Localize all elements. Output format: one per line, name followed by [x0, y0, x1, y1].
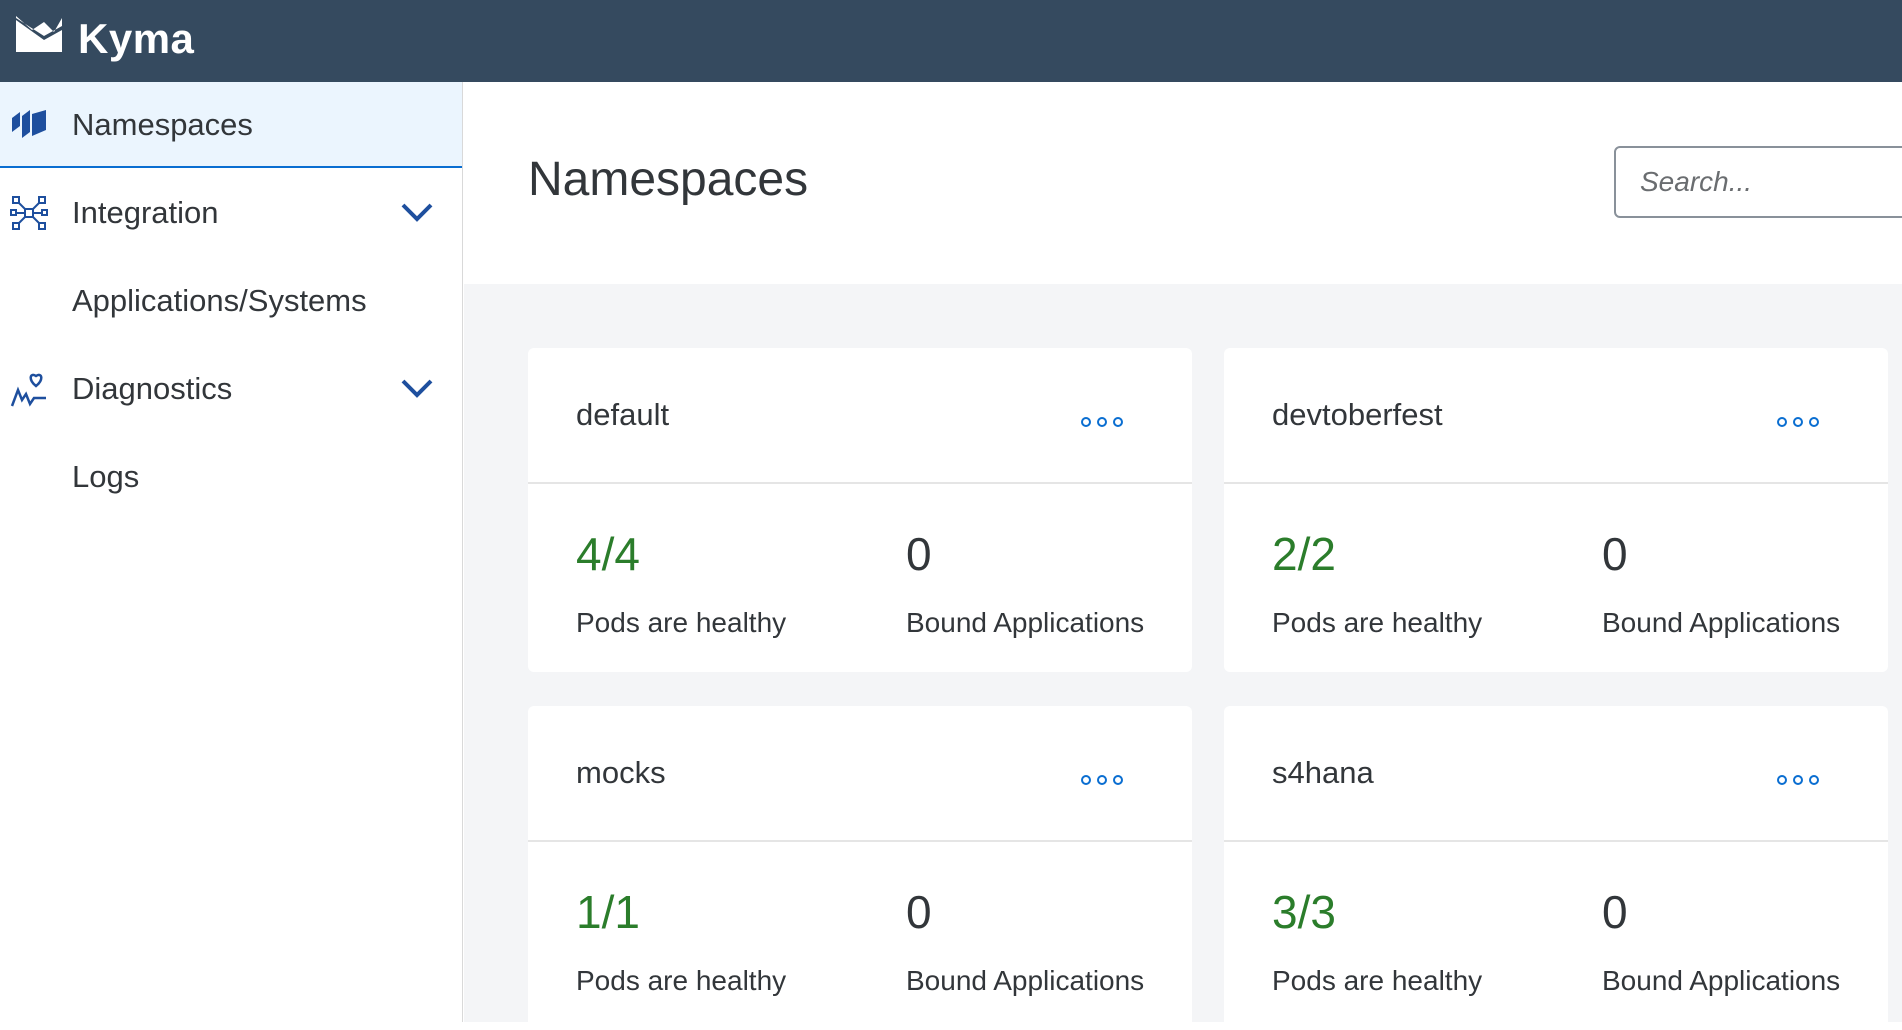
namespace-card-s4hana[interactable]: s4hana 3/3 Pods are healthy 0 Bound Appl…: [1224, 706, 1888, 1030]
pods-healthy-count: 4/4: [576, 528, 640, 580]
pods-healthy-label: Pods are healthy: [576, 607, 787, 638]
sidebar-item-label: Logs: [72, 459, 140, 494]
sidebar-item-logs[interactable]: Logs: [0, 434, 462, 520]
chevron-down-icon[interactable]: [400, 376, 434, 400]
pods-healthy-label: Pods are healthy: [1272, 965, 1483, 996]
pods-healthy-count: 3/3: [1272, 886, 1336, 938]
sidebar-item-applications-systems[interactable]: Applications/Systems: [0, 258, 462, 344]
sidebar-item-diagnostics[interactable]: Diagnostics: [0, 346, 462, 432]
sidebar-item-label: Diagnostics: [72, 371, 233, 406]
kyma-logo-icon[interactable]: [14, 14, 64, 56]
card-header: s4hana: [1224, 706, 1888, 842]
pods-healthy-count: 2/2: [1272, 528, 1336, 580]
namespace-card-default[interactable]: default 4/4 Pods are healthy 0 Bound App…: [528, 348, 1192, 672]
card-header: mocks: [528, 706, 1192, 842]
sidebar-item-label: Namespaces: [72, 107, 253, 142]
page-header: Namespaces: [464, 82, 1902, 284]
brand-name[interactable]: Kyma: [78, 14, 194, 64]
diagnostics-icon: [10, 373, 46, 407]
search-input[interactable]: [1614, 146, 1902, 218]
main-content: Namespaces default 4/4 Pods are healthy …: [464, 82, 1902, 1030]
namespaces-icon: [12, 110, 46, 138]
bound-applications-count: 0: [1602, 528, 1628, 580]
namespace-name[interactable]: mocks: [576, 754, 666, 792]
chevron-down-icon[interactable]: [400, 200, 434, 224]
pods-healthy-count: 1/1: [576, 886, 640, 938]
bound-applications-label: Bound Applications: [1602, 607, 1841, 638]
card-header: default: [528, 348, 1192, 484]
sidebar-item-integration[interactable]: Integration: [0, 170, 462, 256]
side-navigation: Namespaces Integration Applications/Syst…: [0, 82, 463, 1022]
bound-applications-count: 0: [1602, 886, 1628, 938]
namespace-card-devtoberfest[interactable]: devtoberfest 2/2 Pods are healthy 0 Boun…: [1224, 348, 1888, 672]
bound-applications-label: Bound Applications: [906, 607, 1145, 638]
more-options-icon[interactable]: [1080, 412, 1124, 432]
more-options-icon[interactable]: [1080, 770, 1124, 790]
pods-healthy-label: Pods are healthy: [1272, 607, 1483, 638]
shell-header: Kyma: [0, 0, 1902, 82]
card-header: devtoberfest: [1224, 348, 1888, 484]
bound-applications-label: Bound Applications: [906, 965, 1145, 996]
sidebar-item-namespaces[interactable]: Namespaces: [0, 82, 462, 168]
namespace-name[interactable]: devtoberfest: [1272, 396, 1443, 434]
pods-healthy-label: Pods are healthy: [576, 965, 787, 996]
bound-applications-count: 0: [906, 886, 932, 938]
integration-icon: [10, 196, 48, 230]
namespace-name[interactable]: default: [576, 396, 669, 434]
namespace-name[interactable]: s4hana: [1272, 754, 1374, 792]
page-title: Namespaces: [528, 153, 809, 206]
more-options-icon[interactable]: [1776, 770, 1820, 790]
bound-applications-count: 0: [906, 528, 932, 580]
sidebar-item-label: Applications/Systems: [72, 283, 367, 318]
sidebar-item-label: Integration: [72, 195, 219, 230]
more-options-icon[interactable]: [1776, 412, 1820, 432]
namespace-card-mocks[interactable]: mocks 1/1 Pods are healthy 0 Bound Appli…: [528, 706, 1192, 1030]
bound-applications-label: Bound Applications: [1602, 965, 1841, 996]
